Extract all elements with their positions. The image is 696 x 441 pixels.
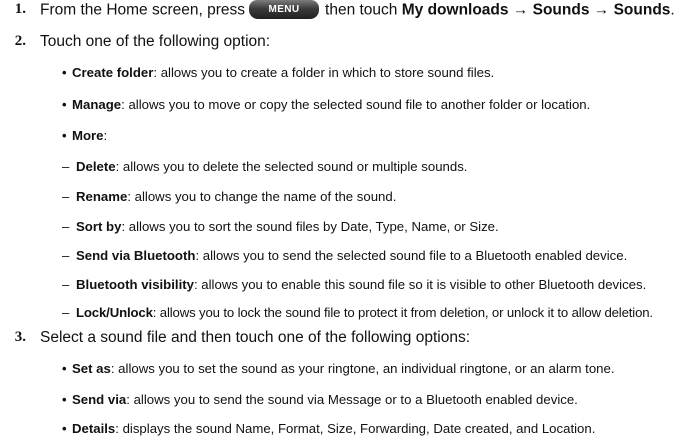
item-text: Rename: allows you to change the name of… [76,189,396,204]
bullet-icon: • [62,421,67,436]
item-label: More [72,128,104,143]
bullet-icon: • [62,65,67,80]
item-text: Manage: allows you to move or copy the s… [72,97,590,112]
item-label: Sort by [76,219,122,234]
step-text: Select a sound file and then touch one o… [40,329,470,346]
item-label: Details [72,421,116,436]
item-desc: allows you to move or copy the selected … [124,97,591,112]
item-text: More: [72,128,107,143]
item-text: Send via: allows you to send the sound v… [72,392,578,407]
step-number: 2. [14,33,26,49]
item-label: Send via [72,392,127,407]
item-text: Details: displays the sound Name, Format… [72,421,595,436]
dash-icon: – [62,305,70,320]
item-desc: : allows you to enable this sound file s… [193,277,647,292]
item-label: Delete [76,159,116,174]
item-label: Set as [72,361,111,376]
item-text: Create folder: allows you to create a fo… [72,65,494,80]
bullet-icon: • [62,392,67,407]
item-desc: : displays the sound Name, Format, Size,… [115,421,596,436]
menu-path: My downloads → Sounds → Sounds [401,1,671,19]
dash-icon: – [62,189,70,204]
item-desc: : allows you to change the name of the s… [127,189,397,204]
bullet-icon: • [62,97,67,112]
item-label: Create folder [72,65,154,80]
step-1-text-end: . [670,1,675,19]
menu-key-button: MENU [249,0,320,19]
bullet-icon: • [62,361,67,376]
item-desc: : allows you to lock the sound file to p… [152,305,653,320]
step-number: 3. [14,329,26,345]
step-number: 1. [14,1,26,17]
dash-icon: – [62,277,70,292]
dash-icon: – [62,248,70,263]
item-label: Bluetooth visibility [76,277,194,292]
item-text: Lock/Unlock: allows you to lock the soun… [76,305,653,320]
item-desc: : allows you to set the sound as your ri… [110,361,615,376]
item-desc: : allows you to send the sound via Messa… [126,392,578,407]
item-text: Set as: allows you to set the sound as y… [72,361,614,376]
item-label: Rename [76,189,128,204]
dash-icon: – [62,219,70,234]
dash-icon: – [62,159,70,174]
step-text: Touch one of the following option: [40,33,271,50]
item-text: Send via Bluetooth: allows you to send t… [76,248,627,263]
item-sep: : [103,128,108,143]
step-text: From the Home screen, press MENU then touc… [40,0,675,20]
item-text: Bluetooth visibility: allows you to enab… [76,277,646,292]
step-1-text-mid: then touch [325,1,398,19]
item-label: Manage [72,97,122,112]
item-desc: : allows you to delete the selected soun… [115,159,468,174]
item-text: Delete: allows you to delete the selecte… [76,159,467,174]
item-label: Send via Bluetooth [76,248,196,263]
item-desc: allows you to create a folder in which t… [157,65,495,80]
step-1-text: From the Home screen, press [40,1,246,19]
item-label: Lock/Unlock [76,305,153,320]
bullet-icon: • [62,128,67,143]
item-text: Sort by: allows you to sort the sound fi… [76,219,499,234]
item-desc: : allows you to sort the sound files by … [121,219,499,234]
item-desc: : allows you to send the selected sound … [195,248,628,263]
